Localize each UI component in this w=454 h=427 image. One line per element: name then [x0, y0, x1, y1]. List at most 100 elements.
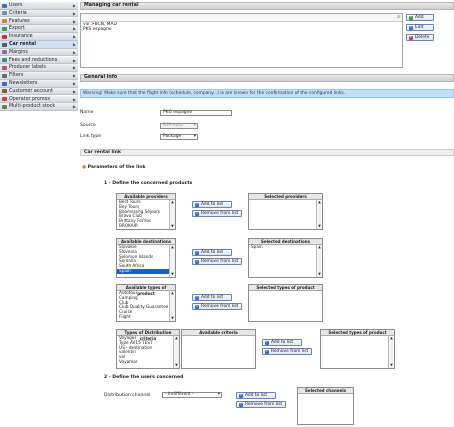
sidebar-item[interactable]: Filters ▶: [0, 72, 78, 80]
sidebar-item[interactable]: Users ▶: [0, 2, 78, 10]
list-option[interactable]: Spain: [117, 268, 175, 274]
scroll-down-icon[interactable]: ▼: [317, 272, 322, 277]
scroll-down-icon[interactable]: ▼: [389, 363, 394, 368]
sidebar-item[interactable]: Margins ▶: [0, 48, 78, 57]
source-select[interactable]: BSP-Auto ▾: [160, 123, 198, 129]
sidebar-item[interactable]: Fees and reductions ▶: [0, 56, 78, 65]
sidebar-item-label: Car rental: [9, 42, 37, 47]
delete-icon: ✕: [408, 35, 413, 40]
sidebar-item[interactable]: Producer labels ▶: [0, 64, 78, 72]
scrollbar[interactable]: ▲ ▼: [169, 291, 175, 321]
chevron-right-icon: ▶: [72, 88, 76, 94]
menu-icon: [2, 58, 7, 63]
scroll-down-icon[interactable]: ▼: [317, 224, 322, 229]
sidebar-item[interactable]: Insurance ▶: [0, 33, 78, 41]
criteria-add-button[interactable]: » Add to list: [262, 339, 302, 346]
list-header: Available criteria: [182, 330, 255, 336]
channel-remove-button[interactable]: «Remove from list: [236, 401, 286, 408]
chevron-down-icon: ▾: [217, 392, 220, 397]
list-option[interactable]: Spain: [249, 244, 322, 250]
menu-icon: [2, 97, 7, 102]
scroll-up-icon[interactable]: ▲: [174, 336, 179, 341]
selected-types-list[interactable]: Selected types of product: [248, 284, 323, 322]
scrollbar[interactable]: ▲ ▼: [316, 245, 322, 277]
warning-text: Warning! Make sure that the flight info …: [83, 91, 346, 96]
chevron-right-icon: ▶: [72, 96, 76, 102]
sidebar-item[interactable]: Customer account ▶: [0, 87, 78, 96]
sidebar-item-label: Fees and reductions: [9, 57, 58, 63]
source-value: BSP-Auto: [163, 123, 183, 128]
list-header: Selected types of product: [321, 330, 394, 336]
scroll-down-icon[interactable]: ▼: [170, 272, 175, 277]
types-remove-button[interactable]: «Remove from list: [192, 303, 242, 310]
sidebar-item[interactable]: Features ▶: [0, 17, 78, 26]
scrollbar[interactable]: ▲ ▼: [173, 336, 179, 368]
list-option[interactable]: BROKAIR: [117, 223, 175, 229]
scroll-up-icon[interactable]: ▲: [389, 336, 394, 341]
scroll-up-icon[interactable]: ▲: [170, 245, 175, 250]
menu-icon: [2, 104, 7, 109]
add-button[interactable]: + Add: [406, 14, 434, 21]
selected-criteria-list[interactable]: Selected types of product ▲ ▼: [320, 329, 395, 369]
distribution-criteria-list[interactable]: Types of Distribution criteria Voyages Typ…: [116, 329, 180, 369]
scroll-down-icon[interactable]: ▼: [174, 363, 179, 368]
types-add-button[interactable]: » Add to list: [192, 294, 232, 301]
scrollbar[interactable]: ▲ ▼: [169, 200, 175, 229]
sidebar-item[interactable]: Export ▶: [0, 25, 78, 33]
scroll-up-icon[interactable]: ▲: [170, 200, 175, 205]
scrollbar[interactable]: ▲ ▼: [388, 336, 394, 368]
edit-label: Edit: [415, 25, 424, 30]
sidebar-item-label: Insurance: [9, 34, 33, 40]
scrollbar[interactable]: ▲ ▼: [316, 200, 322, 229]
sidebar-item[interactable]: Car rental ▶: [0, 41, 78, 49]
scroll-up-icon[interactable]: ▲: [317, 245, 322, 250]
criteria-remove-button[interactable]: «Remove from list: [262, 348, 312, 355]
scroll-down-icon[interactable]: ▼: [170, 316, 175, 321]
linktype-select[interactable]: Package ▾: [160, 134, 198, 140]
channel-add-button[interactable]: » Add to list: [236, 392, 276, 399]
selected-channels-list[interactable]: Selected channels: [297, 387, 354, 425]
list-option[interactable]: Flight: [117, 314, 175, 320]
menu-icon: [2, 19, 7, 24]
car-rental-list[interactable]: ⌕ vol >BCN, MAD PKS espagne: [80, 13, 403, 68]
available-types-list[interactable]: Available types of product Autotour Campin…: [116, 284, 176, 322]
available-providers-list[interactable]: Available providers Best Tours Bey Tours Bo…: [116, 193, 176, 230]
destinations-remove-button[interactable]: «Remove from list: [192, 258, 242, 265]
chevron-right-icon: ▶: [72, 18, 76, 24]
providers-remove-button[interactable]: «Remove from list: [192, 210, 242, 217]
available-criteria-list[interactable]: Available criteria: [181, 329, 256, 369]
delete-button[interactable]: ✕ Delete: [406, 34, 434, 41]
chevron-right-icon: ▶: [72, 104, 76, 110]
selected-providers-list[interactable]: Selected providers ▲ ▼: [248, 193, 323, 230]
params-title: ● Parameters of the link: [82, 165, 146, 170]
sidebar-item[interactable]: Operator promos ▶: [0, 95, 78, 104]
scrollbar[interactable]: ▲ ▼: [169, 245, 175, 277]
scroll-up-icon[interactable]: ▲: [170, 291, 175, 296]
sidebar-item[interactable]: Multi-product stock ▶: [0, 103, 78, 111]
add-label: Add to list: [201, 295, 224, 300]
sidebar-item-label: Filters: [9, 73, 24, 79]
list-item[interactable]: PKS espagne: [81, 27, 402, 32]
available-destinations-list[interactable]: Available destinations Slovakie Slovenia So…: [116, 238, 176, 278]
carlink-title: Car rental link: [84, 150, 121, 155]
search-icon[interactable]: ⌕: [397, 14, 400, 20]
chevron-right-icon: ▶: [72, 81, 76, 86]
list-option[interactable]: Voyamar: [117, 359, 179, 365]
chevron-right-icon: ▶: [72, 10, 76, 16]
scroll-down-icon[interactable]: ▼: [170, 224, 175, 229]
scroll-up-icon[interactable]: ▲: [317, 200, 322, 205]
sidebar-item[interactable]: Criteria ▶: [0, 9, 78, 18]
list-search[interactable]: ⌕: [81, 14, 402, 22]
name-field[interactable]: PKG espagne: [160, 110, 232, 116]
sidebar-item[interactable]: Newsletters ▶: [0, 80, 78, 88]
selected-destinations-list[interactable]: Selected destinations Spain ▲ ▼: [248, 238, 323, 278]
edit-button[interactable]: ✎ Edit: [406, 24, 434, 31]
providers-add-button[interactable]: » Add to list: [192, 201, 232, 208]
managing-header: Managing car rental: [80, 2, 454, 10]
sidebar-item-label: Export: [9, 26, 25, 32]
linktype-value: Package: [163, 134, 182, 139]
remove-from-list-icon: «: [194, 211, 199, 216]
channel-select[interactable]: - Indifférent - ▾: [162, 392, 222, 398]
add-label: Add to list: [201, 202, 224, 207]
destinations-add-button[interactable]: » Add to list: [192, 249, 232, 256]
